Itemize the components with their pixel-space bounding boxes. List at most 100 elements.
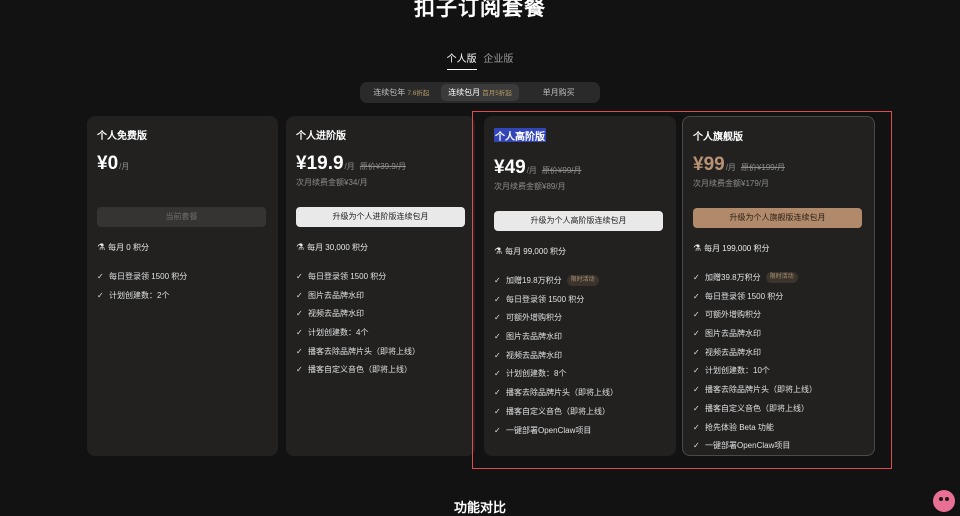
feature-list: ✓ 每日登录领 1500 积分 ✓ 图片去品牌水印 ✓ 视频去品牌水印 ✓ 计划创建数：…	[296, 271, 465, 383]
edition-tabs: 个人版 企业版	[0, 50, 960, 70]
check-icon: ✓	[693, 347, 700, 357]
feature-comparison-title: 功能对比	[453, 500, 506, 515]
feature-text: 计划创建数：2个	[109, 290, 170, 300]
plan-name: 个人旗舰版	[693, 132, 743, 143]
feature-item: ✓ 加赠19.8万积分 限时活动	[494, 275, 666, 294]
price-unit: /月	[344, 162, 355, 171]
feature-text: 图片去品牌水印	[308, 290, 364, 300]
feature-list: ✓ 加赠39.8万积分 限时活动 ✓ 每日登录领 1500 积分 ✓ 可额外增购积分 ✓…	[693, 272, 864, 459]
feature-text: 视频去品牌水印	[705, 347, 761, 357]
feature-item: ✓ 播客自定义音色（即将上线）	[693, 403, 864, 422]
feature-list: ✓ 加赠19.8万积分 限时活动 ✓ 每日登录领 1500 积分 ✓ 可额外增购积分 ✓…	[494, 275, 666, 443]
price-unit: /月	[119, 162, 130, 171]
mascot-eye	[945, 497, 949, 501]
price-row: ¥0/月	[97, 153, 268, 175]
upgrade-flagship-button[interactable]: 升级为个人旗舰版连续包月	[693, 208, 862, 228]
feature-item: ✓ 播客自定义音色（即将上线）	[296, 364, 465, 383]
tab-personal[interactable]: 个人版	[446, 50, 477, 70]
check-icon: ✓	[494, 332, 501, 342]
check-icon: ✓	[494, 294, 501, 304]
check-icon: ✓	[693, 310, 700, 320]
feature-item: ✓ 每日登录领 1500 积分	[296, 271, 465, 290]
feature-item: ✓ 视频去品牌水印	[296, 308, 465, 327]
feature-item: ✓ 图片去品牌水印	[296, 290, 465, 309]
credits-label: 每月 0 积分	[108, 242, 149, 252]
feature-text: 每日登录领 1500 积分	[308, 272, 387, 281]
current-plan-button[interactable]: 当前套餐	[97, 207, 266, 227]
price-row: ¥19.9/月 原价¥39.9/月	[296, 153, 465, 175]
feature-item: ✓ 可额外增购积分	[494, 312, 666, 331]
billing-option-single-month[interactable]: 单月购买	[519, 84, 598, 101]
feature-text: 加赠19.8万积分	[506, 276, 562, 285]
feature-text: 播客去除品牌片头（即将上线）	[506, 388, 618, 398]
feature-item: ✓ 播客去除品牌片头（即将上线）	[494, 387, 666, 406]
credits-chain-icon: ⚗	[494, 245, 503, 256]
billing-option-label: 连续包年	[373, 88, 406, 97]
monthly-credits: ⚗ 每月 0 积分	[97, 241, 268, 253]
check-icon: ✓	[97, 272, 104, 281]
upgrade-pro-button[interactable]: 升级为个人高阶版连续包月	[494, 211, 663, 231]
plan-card-flagship: 个人旗舰版 ¥99/月 原价¥199/月 次月续费金额¥179/月 升级为个人旗舰…	[682, 116, 875, 456]
feature-item: ✓ 一键部署OpenClaw项目	[693, 440, 864, 459]
check-icon: ✓	[693, 273, 700, 282]
feature-item: ✓ 每日登录领 1500 积分	[693, 291, 864, 310]
monthly-credits: ⚗ 每月 99,000 积分	[494, 245, 666, 257]
feature-text: 可额外增购积分	[506, 313, 562, 323]
price-row: ¥99/月 原价¥199/月	[693, 154, 864, 176]
assistant-mascot-icon[interactable]	[933, 490, 955, 512]
plan-name: 个人进阶版	[296, 131, 346, 142]
billing-option-yearly[interactable]: 连续包年 7.6折起	[362, 84, 441, 101]
feature-item: ✓ 视频去品牌水印	[693, 347, 864, 366]
check-icon: ✓	[97, 290, 104, 300]
check-icon: ✓	[693, 329, 700, 339]
renewal-note: 次月续费金额¥89/月	[494, 182, 566, 191]
plan-card-pro: 个人高阶版 ¥49/月 原价¥99/月 次月续费金额¥89/月 升级为个人高阶版连…	[484, 116, 676, 456]
feature-item: ✓ 计划创建数：8个	[494, 368, 666, 387]
feature-text: 播客去除品牌片头（即将上线）	[705, 385, 817, 395]
feature-text: 每日登录领 1500 积分	[705, 291, 784, 301]
tab-enterprise[interactable]: 企业版	[483, 50, 513, 69]
feature-text: 视频去品牌水印	[506, 350, 562, 360]
limited-offer-badge: 限时活动	[566, 275, 599, 286]
plan-price: ¥19.9	[296, 153, 344, 174]
price-row: ¥49/月 原价¥99/月	[494, 157, 666, 179]
feature-item: ✓ 播客去除品牌片头（即将上线）	[296, 346, 465, 365]
check-icon: ✓	[296, 272, 303, 281]
check-icon: ✓	[494, 388, 501, 398]
feature-text: 图片去品牌水印	[705, 329, 761, 339]
check-icon: ✓	[494, 276, 501, 285]
feature-text: 一键部署OpenClaw项目	[705, 441, 791, 451]
renewal-note: 次月续费金额¥179/月	[693, 179, 770, 188]
original-price: 原价¥199/月	[740, 163, 785, 172]
feature-item: ✓ 图片去品牌水印	[494, 331, 666, 350]
feature-text: 播客去除品牌片头（即将上线）	[308, 346, 420, 356]
plan-name: 个人免费版	[97, 131, 147, 142]
credits-chain-icon: ⚗	[693, 242, 702, 253]
feature-item: ✓ 图片去品牌水印	[693, 328, 864, 347]
upgrade-advanced-button[interactable]: 升级为个人进阶版连续包月	[296, 207, 465, 227]
check-icon: ✓	[693, 291, 700, 301]
check-icon: ✓	[494, 425, 501, 435]
renewal-note	[97, 177, 268, 189]
billing-option-discount: 7.6折起	[407, 90, 430, 97]
plan-card-advanced: 个人进阶版 ¥19.9/月 原价¥39.9/月 次月续费金额¥34/月 升级为个人…	[286, 116, 475, 456]
check-icon: ✓	[296, 365, 303, 375]
plan-card-free: 个人免费版 ¥0/月 当前套餐 ⚗ 每月 0 积分 ✓ 每日登录领 1500 积分 …	[87, 116, 278, 456]
feature-item: ✓ 可额外增购积分	[693, 309, 864, 328]
billing-option-monthly-auto[interactable]: 连续包月 首月5折起	[440, 84, 520, 101]
original-price: 原价¥39.9/月	[359, 162, 407, 171]
credits-label: 每月 199,000 积分	[704, 243, 770, 253]
feature-item: ✓ 计划创建数：4个	[296, 327, 465, 346]
feature-text: 计划创建数：4个	[308, 328, 369, 338]
price-unit: /月	[526, 166, 537, 175]
feature-item: ✓ 播客自定义音色（即将上线）	[494, 406, 666, 425]
check-icon: ✓	[693, 403, 700, 413]
plan-price: ¥49	[494, 157, 526, 178]
billing-period-switch: 连续包年 7.6折起 连续包月 首月5折起 单月购买	[360, 82, 600, 103]
feature-item: ✓ 加赠39.8万积分 限时活动	[693, 272, 864, 291]
monthly-credits: ⚗ 每月 199,000 积分	[693, 242, 864, 254]
original-price: 原价¥99/月	[541, 166, 582, 175]
feature-item: ✓ 计划创建数：10个	[693, 365, 864, 384]
credits-chain-icon: ⚗	[97, 241, 106, 252]
check-icon: ✓	[494, 369, 501, 379]
